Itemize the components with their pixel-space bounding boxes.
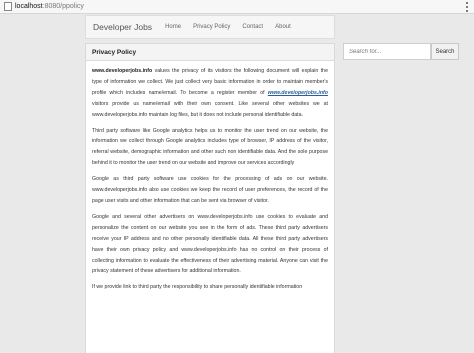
panel-body: www.developerjobs.info values the privac… <box>86 61 334 293</box>
nav-home[interactable]: Home <box>165 24 181 30</box>
nav-contact[interactable]: Contact <box>242 24 263 30</box>
panel-header: Privacy Policy <box>86 44 334 61</box>
page-icon <box>4 2 12 11</box>
site-name: www.developerjobs.info <box>92 68 153 74</box>
search-button[interactable]: Search <box>431 43 459 60</box>
url-path: :8080/ppolicy <box>42 3 84 10</box>
search-widget: Search <box>343 43 459 60</box>
nav-privacy-policy[interactable]: Privacy Policy <box>193 24 230 30</box>
paragraph-text: visitors provide us name/email with thei… <box>92 100 328 118</box>
panel-title: Privacy Policy <box>92 48 137 56</box>
nav-about[interactable]: About <box>275 24 291 30</box>
policy-paragraph: Google as third party software use cooki… <box>92 176 328 204</box>
browser-menu-icon[interactable] <box>466 2 469 12</box>
policy-paragraph: If we provide link to third party the re… <box>92 284 303 291</box>
site-link[interactable]: www.developerjobs.info <box>268 90 328 96</box>
navbar: Developer Jobs Home Privacy Policy Conta… <box>85 15 335 39</box>
url-host: localhost <box>15 3 43 10</box>
privacy-policy-panel: Privacy Policy www.developerjobs.info va… <box>85 43 335 353</box>
policy-paragraph: Third party software like Google analyti… <box>92 127 328 167</box>
policy-paragraph: www.developerjobs.info values the privac… <box>92 66 328 121</box>
browser-address-bar[interactable]: localhost:8080/ppolicy <box>0 0 474 14</box>
search-input[interactable] <box>343 43 431 60</box>
brand-link[interactable]: Developer Jobs <box>93 22 152 32</box>
policy-paragraph: Google and several other advertisers on … <box>92 213 328 275</box>
url-text[interactable]: localhost:8080/ppolicy <box>15 3 84 10</box>
